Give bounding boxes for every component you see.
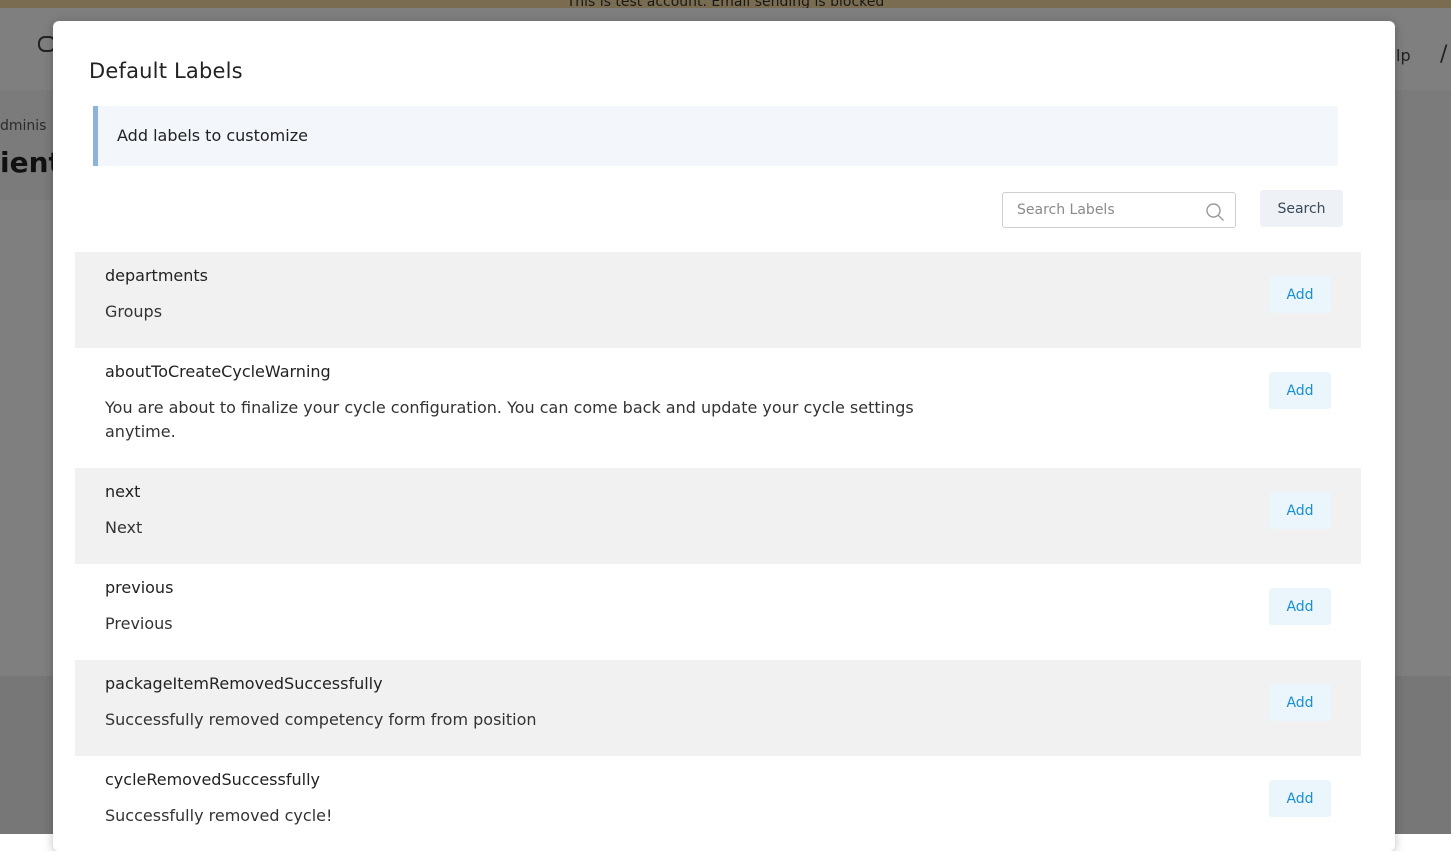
label-row: next Next Add: [75, 468, 1361, 564]
info-callout: Add labels to customize: [93, 106, 1338, 166]
label-default-value: Groups: [105, 302, 163, 321]
search-button[interactable]: Search: [1260, 190, 1343, 227]
info-text: Add labels to customize: [117, 126, 308, 145]
search-field[interactable]: [1002, 192, 1236, 228]
add-label-button[interactable]: Add: [1269, 372, 1331, 409]
modal-title: Default Labels: [89, 59, 243, 83]
label-key: aboutToCreateCycleWarning: [105, 362, 331, 381]
label-key: previous: [105, 578, 174, 597]
search-input[interactable]: [1003, 193, 1207, 227]
label-key: packageItemRemovedSuccessfully: [105, 674, 383, 693]
label-default-value: Next: [105, 518, 143, 537]
label-row: aboutToCreateCycleWarning You are about t…: [75, 348, 1361, 468]
label-key: next: [105, 482, 141, 501]
add-label-button[interactable]: Add: [1269, 780, 1331, 817]
add-label-button[interactable]: Add: [1269, 492, 1331, 529]
label-default-value: Previous: [105, 614, 173, 633]
add-label-button[interactable]: Add: [1269, 276, 1331, 313]
search-icon[interactable]: [1205, 202, 1225, 222]
label-default-value: Successfully removed cycle!: [105, 806, 333, 825]
label-default-value: Successfully removed competency form fro…: [105, 710, 537, 729]
label-row: previous Previous Add: [75, 564, 1361, 660]
label-key: cycleRemovedSuccessfully: [105, 770, 320, 789]
label-key: departments: [105, 266, 208, 285]
label-row: departments Groups Add: [75, 252, 1361, 348]
label-default-value: You are about to finalize your cycle con…: [105, 398, 914, 441]
default-labels-modal: Default Labels Add labels to customize S…: [53, 21, 1395, 851]
label-list: departments Groups Add aboutToCreateCycleWa…: [75, 252, 1361, 851]
label-row: cycleRemovedSuccessfully Successfully rem…: [75, 756, 1361, 851]
add-label-button[interactable]: Add: [1269, 684, 1331, 721]
add-label-button[interactable]: Add: [1269, 588, 1331, 625]
label-row: packageItemRemovedSuccessfully Successful…: [75, 660, 1361, 756]
